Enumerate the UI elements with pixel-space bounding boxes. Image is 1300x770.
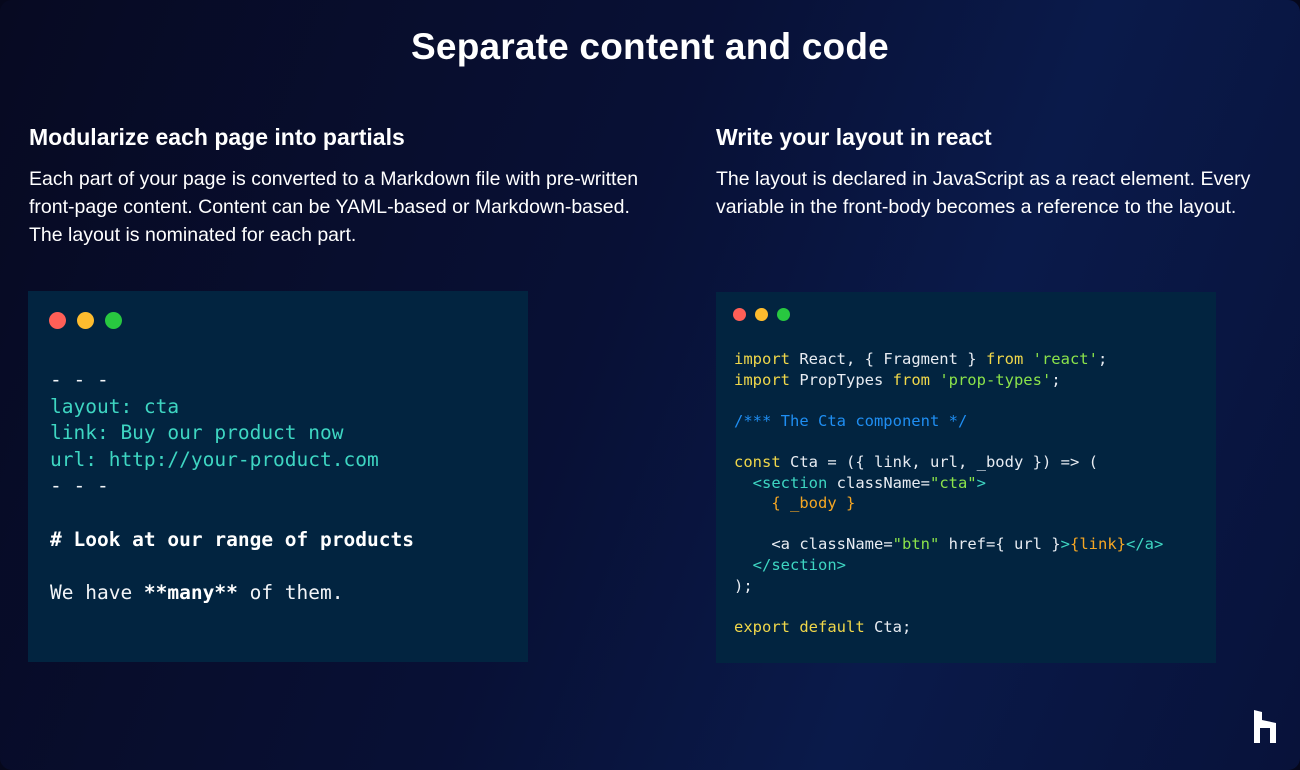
code-text-bold: **many**	[143, 581, 238, 604]
code-line: { _body }	[734, 494, 856, 513]
markdown-code: - - - layout: cta link: Buy our product …	[50, 367, 414, 607]
page-title: Separate content and code	[411, 26, 889, 67]
code-line: url: http://your-product.com	[50, 447, 379, 471]
code-line: We have **many** of them.	[50, 580, 414, 607]
code-line: - - -	[50, 368, 109, 391]
left-column: Modularize each page into partials Each …	[29, 124, 649, 249]
brand-logo-icon	[1254, 710, 1276, 743]
code-line: link: Buy our product now	[50, 421, 344, 444]
code-text: We have	[50, 581, 144, 604]
code-line: <section className="cta">	[734, 473, 986, 492]
code-line: const Cta = ({ link, url, _body }) => (	[734, 452, 1098, 471]
slide: Separate content and code Modularize eac…	[0, 0, 1300, 770]
code-line: - - -	[50, 474, 109, 497]
left-description: Each part of your page is converted to a…	[29, 168, 639, 246]
code-line: </section>	[734, 555, 846, 574]
close-dot-icon	[733, 308, 746, 321]
react-code: import React, { Fragment } from 'react';…	[734, 349, 1163, 637]
left-heading: Modularize each page into partials	[29, 124, 405, 150]
minimize-dot-icon	[77, 312, 94, 329]
right-column: Write your layout in react The layout is…	[716, 124, 1286, 221]
code-text: of them.	[237, 581, 344, 604]
window-controls	[733, 308, 790, 321]
maximize-dot-icon	[777, 308, 790, 321]
right-description: The layout is declared in JavaScript as …	[716, 168, 1251, 218]
minimize-dot-icon	[755, 308, 768, 321]
markdown-code-window: - - - layout: cta link: Buy our product …	[28, 291, 528, 662]
maximize-dot-icon	[105, 312, 122, 329]
code-line: import React, { Fragment } from 'react';	[734, 350, 1108, 368]
code-line: import PropTypes from 'prop-types';	[734, 370, 1061, 389]
right-heading: Write your layout in react	[716, 124, 992, 150]
code-line: layout: cta	[50, 394, 180, 418]
code-line: export default Cta;	[734, 617, 912, 636]
code-line: /*** The Cta component */	[734, 411, 968, 430]
window-controls	[49, 312, 122, 329]
code-line: );	[734, 576, 753, 595]
react-code-window: import React, { Fragment } from 'react';…	[716, 292, 1216, 663]
code-line: # Look at our range of products	[50, 527, 414, 551]
code-line: <a className="btn" href={ url }>{link}</…	[734, 535, 1164, 554]
close-dot-icon	[49, 312, 66, 329]
